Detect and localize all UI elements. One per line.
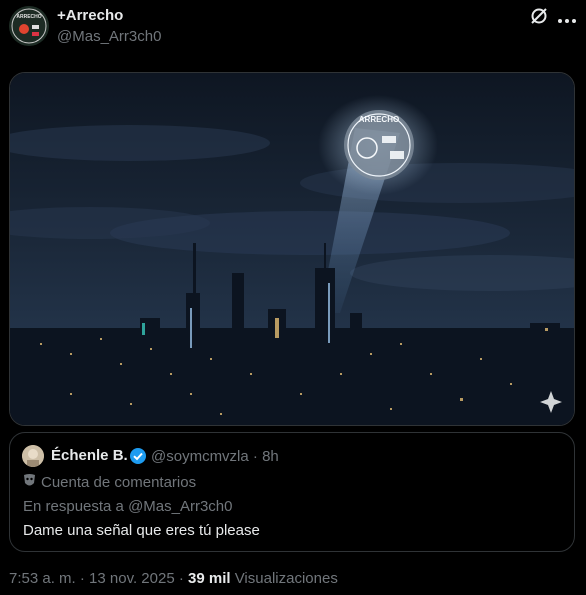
reply-context[interactable]: En respuesta a @Mas_Arr3ch0 (23, 498, 233, 515)
post-meta: 7:53 a. m. · 13 nov. 2025 · 39 mil Visua… (9, 570, 338, 587)
quote-text: Dame una señal que eres tú please (23, 522, 260, 539)
views-count: 39 mil (188, 570, 231, 587)
avatar-logo-text: ARRECHO (16, 14, 41, 20)
spotlight-badge-text: ARRECHO (359, 115, 399, 124)
quoted-post[interactable]: Échenle B. @soymcmvzla · 8h Cuenta de co… (9, 432, 575, 552)
post-header: ARRECHO +Arrecho @Mas_Arr3ch0 (0, 0, 586, 60)
display-name[interactable]: +Arrecho (57, 7, 123, 24)
quote-handle-time[interactable]: @soymcmvzla · 8h (151, 448, 279, 465)
more-icon[interactable] (557, 12, 577, 23)
verified-icon (129, 447, 147, 465)
account-label: Cuenta de comentarios (41, 474, 197, 491)
post-image[interactable]: ARRECHO (9, 72, 575, 426)
post-timestamp[interactable]: 7:53 a. m. · 13 nov. 2025 · (9, 570, 188, 587)
quote-display-name[interactable]: Échenle B. (51, 447, 128, 464)
views-label: Visualizaciones (230, 570, 338, 587)
avatar[interactable]: ARRECHO (9, 6, 49, 46)
quote-avatar[interactable] (22, 445, 44, 467)
drama-mask-icon (23, 473, 36, 489)
grok-icon[interactable] (528, 5, 550, 27)
user-handle[interactable]: @Mas_Arr3ch0 (57, 28, 161, 45)
